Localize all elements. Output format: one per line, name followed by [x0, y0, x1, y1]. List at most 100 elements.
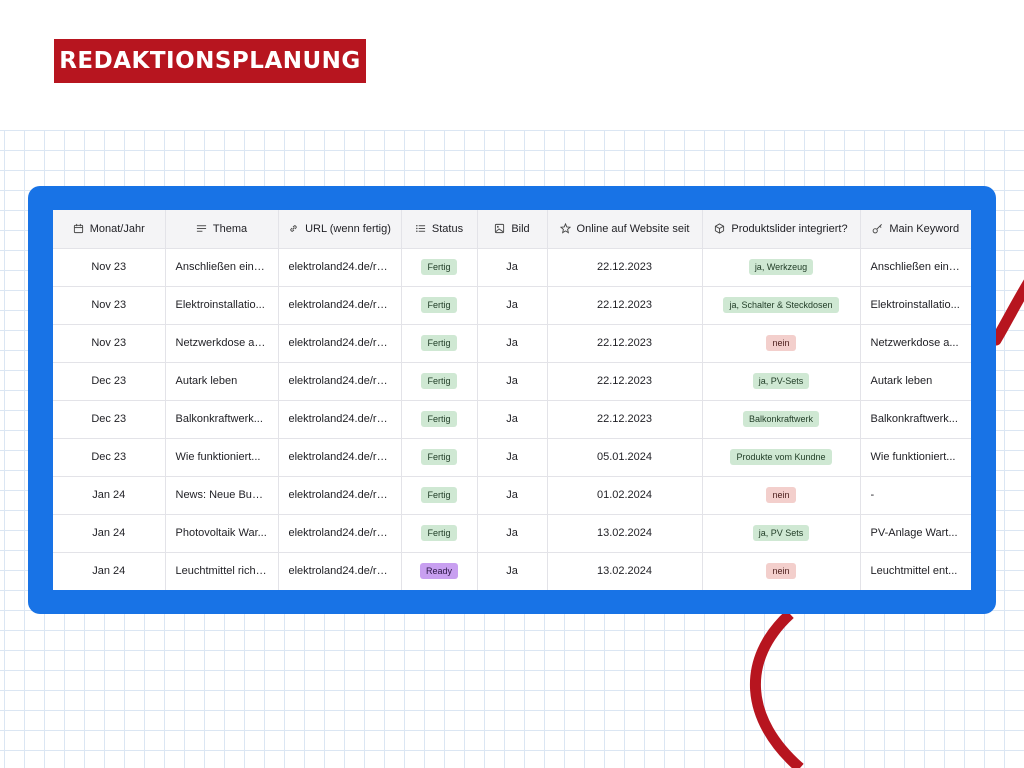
column-header-topic[interactable]: Thema — [165, 210, 279, 249]
content-table: Monat/Jahr Thema URL (wenn fertig) Statu… — [53, 210, 971, 590]
slider-badge: nein — [766, 563, 796, 579]
cell-online: 22.12.2023 — [547, 362, 703, 401]
cell-month: Nov 23 — [53, 248, 166, 287]
cell-topic: Anschließen eine... — [165, 248, 279, 287]
status-badge: Fertig — [421, 335, 457, 351]
cell-url[interactable]: elektroland24.de/ra... — [278, 248, 402, 287]
table-row[interactable]: Nov 23 Netzwerkdose an... elektroland24.… — [53, 324, 971, 363]
cell-url[interactable]: elektroland24.de/ra... — [278, 400, 402, 439]
content-table-wrapper: Monat/Jahr Thema URL (wenn fertig) Statu… — [53, 210, 971, 590]
list-icon — [416, 225, 425, 233]
column-header-image[interactable]: Bild — [477, 210, 548, 249]
column-label: Monat/Jahr — [89, 222, 145, 235]
cell-image: Ja — [477, 324, 548, 363]
cell-image: Ja — [477, 286, 548, 325]
cell-status: Fertig — [401, 286, 478, 325]
status-badge: Ready — [419, 563, 458, 579]
column-header-status[interactable]: Status — [401, 210, 478, 249]
cell-url[interactable]: elektroland24.de/ra... — [278, 362, 402, 401]
cell-topic: Autark leben — [165, 362, 279, 401]
table-row[interactable]: Dec 23 Autark leben elektroland24.de/ra.… — [53, 362, 971, 401]
cell-status: Fertig — [401, 438, 478, 477]
slider-badge: nein — [766, 487, 796, 503]
cell-keyword: Balkonkraftwerk... — [860, 400, 971, 439]
cell-url[interactable]: elektroland24.de/ra... — [278, 286, 402, 325]
column-label: URL (wenn fertig) — [305, 222, 391, 235]
column-label: Main Keyword — [889, 222, 960, 235]
cell-status: Fertig — [401, 476, 478, 515]
cell-online: 22.12.2023 — [547, 400, 703, 439]
status-badge: Fertig — [421, 525, 457, 541]
status-badge: Fertig — [421, 373, 457, 389]
link-icon — [290, 225, 297, 232]
table-header-row: Monat/Jahr Thema URL (wenn fertig) Statu… — [53, 210, 971, 249]
slider-badge: ja, Schalter & Steckdosen — [723, 297, 839, 313]
cell-topic: Balkonkraftwerk... — [165, 400, 279, 439]
column-header-url[interactable]: URL (wenn fertig) — [278, 210, 402, 249]
cell-month: Jan 24 — [53, 552, 166, 590]
page-title: REDAKTIONSPLANUNG — [54, 39, 366, 83]
cell-status: Fertig — [401, 248, 478, 287]
cell-online: 13.02.2024 — [547, 514, 703, 553]
cell-keyword: PV-Anlage Wart... — [860, 514, 971, 553]
cell-month: Jan 24 — [53, 476, 166, 515]
table-row[interactable]: Dec 23 Wie funktioniert... elektroland24… — [53, 438, 971, 477]
cell-image: Ja — [477, 476, 548, 515]
cell-url[interactable]: elektroland24.de/ra... — [278, 438, 402, 477]
cell-month: Nov 23 — [53, 286, 166, 325]
column-header-keyword[interactable]: Main Keyword — [860, 210, 971, 249]
cell-slider: ja, Schalter & Steckdosen — [702, 286, 861, 325]
cell-slider: ja, Werkzeug — [702, 248, 861, 287]
cell-online: 01.02.2024 — [547, 476, 703, 515]
cell-topic: Wie funktioniert... — [165, 438, 279, 477]
cell-month: Dec 23 — [53, 362, 166, 401]
status-badge: Fertig — [421, 259, 457, 275]
cell-slider: ja, PV-Sets — [702, 362, 861, 401]
table-row[interactable]: Dec 23 Balkonkraftwerk... elektroland24.… — [53, 400, 971, 439]
cell-image: Ja — [477, 248, 548, 287]
cell-url[interactable]: elektroland24.de/ra... — [278, 552, 402, 590]
cell-image: Ja — [477, 362, 548, 401]
cell-image: Ja — [477, 438, 548, 477]
table-row[interactable]: Jan 24 Photovoltaik War... elektroland24… — [53, 514, 971, 553]
column-label: Bild — [511, 222, 530, 235]
table-row[interactable]: Nov 23 Anschließen eine... elektroland24… — [53, 248, 971, 287]
calendar-icon — [73, 224, 83, 234]
cell-keyword: - — [860, 476, 971, 515]
cell-slider: Produkte vom Kundne — [702, 438, 861, 477]
cell-topic: Photovoltaik War... — [165, 514, 279, 553]
status-badge: Fertig — [421, 411, 457, 427]
slider-badge: ja, Werkzeug — [748, 259, 814, 275]
column-header-month[interactable]: Monat/Jahr — [53, 210, 166, 249]
cell-keyword: Leuchtmittel ent... — [860, 552, 971, 590]
slider-badge: Produkte vom Kundne — [730, 449, 832, 465]
status-badge: Fertig — [421, 297, 457, 313]
status-badge: Fertig — [421, 449, 457, 465]
column-header-slider[interactable]: Produktslider integriert? — [702, 210, 861, 249]
table-row[interactable]: Nov 23 Elektroinstallatio... elektroland… — [53, 286, 971, 325]
cell-url[interactable]: elektroland24.de/ra... — [278, 476, 402, 515]
cell-online: 22.12.2023 — [547, 286, 703, 325]
cell-status: Fertig — [401, 362, 478, 401]
cell-url[interactable]: elektroland24.de/ra... — [278, 324, 402, 363]
table-body: Nov 23 Anschließen eine... elektroland24… — [53, 248, 971, 590]
cell-month: Nov 23 — [53, 324, 166, 363]
table-row[interactable]: Jan 24 Leuchtmittel richt... elektroland… — [53, 552, 971, 590]
cell-image: Ja — [477, 552, 548, 590]
cell-topic: Elektroinstallatio... — [165, 286, 279, 325]
star-icon — [559, 223, 571, 234]
column-label: Produktslider integriert? — [731, 222, 848, 235]
cell-month: Jan 24 — [53, 514, 166, 553]
column-header-online[interactable]: Online auf Website seit — [547, 210, 703, 249]
cell-url[interactable]: elektroland24.de/ra... — [278, 514, 402, 553]
cell-topic: News: Neue Busc... — [165, 476, 279, 515]
cell-topic: Netzwerkdose an... — [165, 324, 279, 363]
text-lines-icon — [196, 225, 206, 232]
cell-image: Ja — [477, 514, 548, 553]
cell-topic: Leuchtmittel richt... — [165, 552, 279, 590]
column-label: Thema — [212, 222, 248, 235]
cell-status: Fertig — [401, 400, 478, 439]
column-label: Status — [431, 222, 464, 235]
cell-keyword: Elektroinstallatio... — [860, 286, 971, 325]
table-row[interactable]: Jan 24 News: Neue Busc... elektroland24.… — [53, 476, 971, 515]
